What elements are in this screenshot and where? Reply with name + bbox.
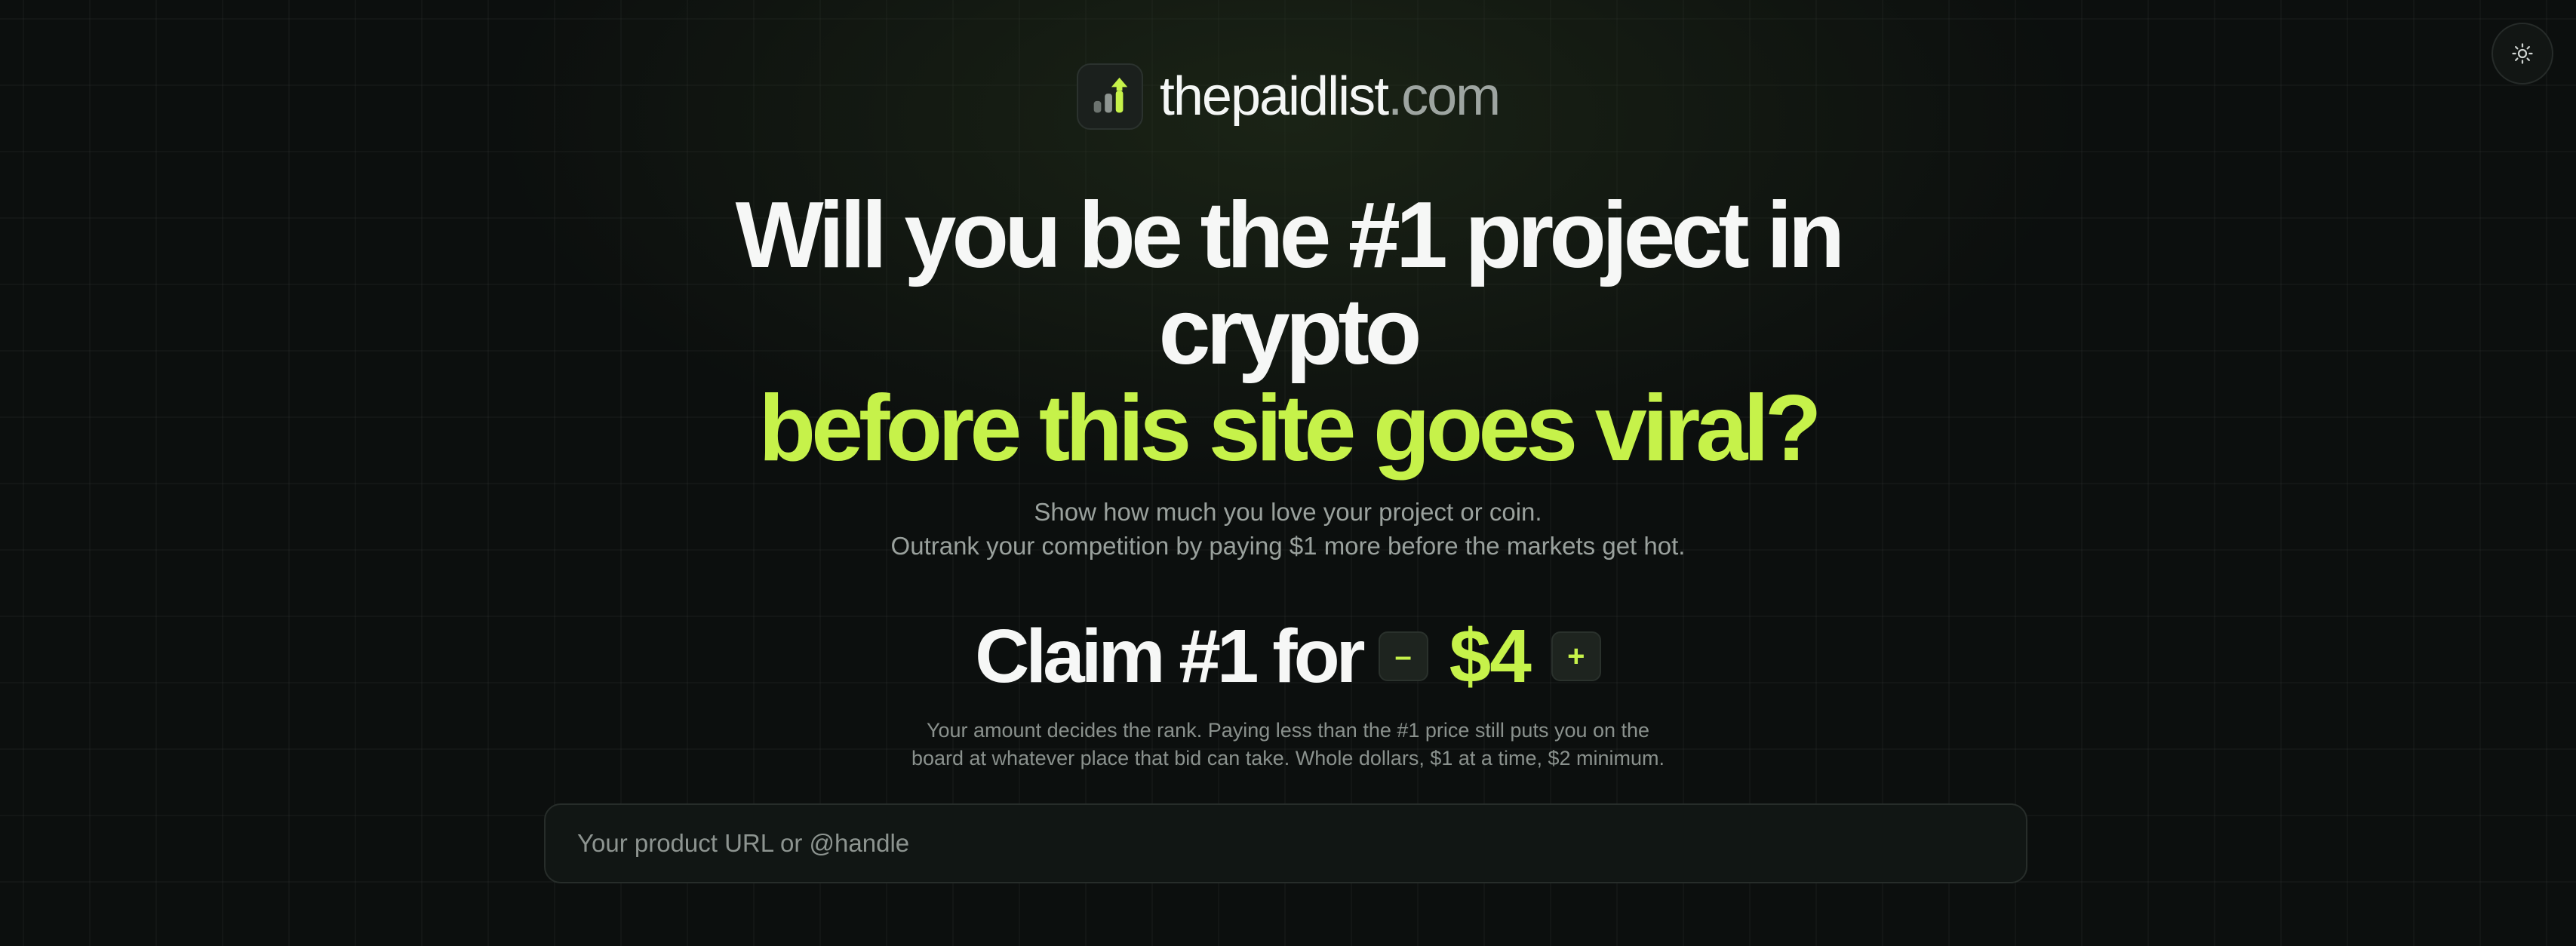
rank-note: Your amount decides the rank. Paying les…	[0, 717, 2576, 772]
logo	[1076, 63, 1143, 130]
hero-line-2: crypto	[1158, 280, 1422, 384]
decrement-button[interactable]: –	[1378, 631, 1428, 681]
brand-header: thepaidlist.com	[0, 63, 2576, 130]
brand-name: thepaidlist.com	[1159, 66, 1501, 127]
increment-button[interactable]: +	[1551, 631, 1601, 681]
hero-line-3: before this site goes viral?	[758, 376, 1821, 481]
hero-line-1: Will you be the #1 project in	[735, 183, 1846, 287]
claim-label: Claim #1 for	[975, 614, 1365, 699]
subtitle-line-2: Outrank your competition by paying $1 mo…	[890, 532, 1686, 560]
note-line-2: board at whatever place that bid can tak…	[911, 747, 1665, 769]
hero-headline: Will you be the #1 project in crypto bef…	[0, 187, 2576, 477]
subtitle-line-1: Show how much you love your project or c…	[1034, 498, 1542, 526]
product-url-input[interactable]	[576, 828, 1996, 858]
sun-icon	[2512, 43, 2533, 64]
price-value: $4	[1449, 614, 1532, 699]
brand-name-tld: .com	[1388, 66, 1501, 127]
note-line-1: Your amount decides the rank. Paying les…	[926, 719, 1650, 742]
claim-row: Claim #1 for – $4 +	[0, 619, 2576, 694]
url-field-wrapper	[544, 803, 2027, 883]
brand-name-main: thepaidlist	[1159, 66, 1389, 127]
hero-subtitle: Show how much you love your project or c…	[0, 495, 2576, 563]
bar-chart-arrow-icon	[1093, 77, 1128, 113]
